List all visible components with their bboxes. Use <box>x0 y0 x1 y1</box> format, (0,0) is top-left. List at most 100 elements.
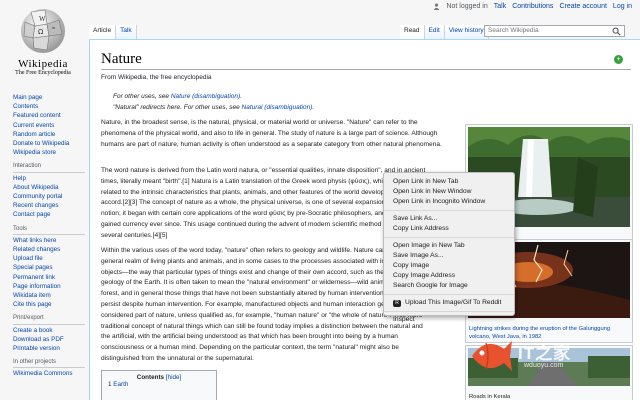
menu-copy-image-address[interactable]: Copy Image Address <box>384 271 514 281</box>
namespace-tabs: Article Talk <box>89 25 137 39</box>
toc-item-earth[interactable]: Earth <box>113 381 128 388</box>
menu-upload-reddit[interactable]: R Upload This Image/Gif To Reddit <box>384 298 514 308</box>
menu-save-link-as[interactable]: Save Link As... <box>384 214 514 224</box>
wordmark: Wikipedia <box>18 58 68 70</box>
hatnote-1-end: . <box>240 93 242 100</box>
search-icon[interactable] <box>612 27 621 36</box>
toc-header: Contents [hide] <box>108 374 210 381</box>
menu-open-link-new-tab[interactable]: Open Link in New Tab <box>384 177 514 187</box>
menu-copy-image[interactable]: Copy Image <box>384 261 514 271</box>
hatnote-2-link[interactable]: Natural (disambiguation) <box>242 104 313 111</box>
sidebar-item-community[interactable]: Community portal <box>13 193 62 200</box>
sidebar-item-download-pdf[interactable]: Download as PDF <box>13 336 64 343</box>
sidebar-item-contact[interactable]: Contact page <box>13 211 50 218</box>
tab-edit[interactable]: Edit <box>424 25 445 39</box>
sidebar-item-wikidata[interactable]: Wikidata item <box>13 292 51 299</box>
menu-open-link-new-window[interactable]: Open Link in New Window <box>384 187 514 197</box>
menu-separator <box>384 237 514 238</box>
sidebar-item-store[interactable]: Wikipedia store <box>13 149 56 156</box>
sidebar-item-commons[interactable]: Wikimedia Commons <box>13 370 72 377</box>
sidebar: Main page Contents Featured content Curr… <box>13 93 85 384</box>
svg-text:Ω: Ω <box>38 28 44 36</box>
hatnote-1: For other uses, see Nature (disambiguati… <box>113 93 242 100</box>
contributions-link[interactable]: Contributions <box>512 3 553 10</box>
login-link[interactable]: Log in <box>613 3 632 10</box>
sidebar-item-featured[interactable]: Featured content <box>13 112 61 119</box>
menu-open-link-incognito[interactable]: Open Link in Incognito Window <box>384 197 514 207</box>
tab-talk[interactable]: Talk <box>116 25 137 39</box>
menu-copy-link-address[interactable]: Copy Link Address <box>384 224 514 234</box>
toc-hide-link[interactable]: [hide] <box>166 374 181 381</box>
search-box <box>484 25 625 37</box>
sidebar-item-donate[interactable]: Donate to Wikipedia <box>13 140 69 147</box>
tagline: The Free Encyclopedia <box>15 70 71 76</box>
menu-upload-reddit-label: Upload This Image/Gif To Reddit <box>405 299 502 306</box>
hatnote-2-text: "Natural" redirects here. For other uses… <box>113 104 242 111</box>
menu-separator <box>384 294 514 295</box>
sidebar-heading-projects: In other projects <box>13 358 85 369</box>
not-logged-in-label: Not logged in <box>446 3 488 10</box>
watermark-text: IT之家 <box>518 344 572 363</box>
menu-search-google-image[interactable]: Search Google for Image <box>384 281 514 291</box>
sidebar-item-cite[interactable]: Cite this page <box>13 301 52 308</box>
hatnote-2: "Natural" redirects here. For other uses… <box>113 104 314 111</box>
create-account-link[interactable]: Create account <box>559 3 606 10</box>
paragraph-1: Nature, in the broadest sense, is the na… <box>101 119 442 148</box>
talk-link[interactable]: Talk <box>494 3 506 10</box>
sidebar-item-current-events[interactable]: Current events <box>13 122 54 129</box>
svg-text:W: W <box>39 15 46 23</box>
sidebar-item-printable[interactable]: Printable version <box>13 345 60 352</box>
toc-item: 1 Earth <box>108 381 210 388</box>
tab-read[interactable]: Read <box>400 25 425 39</box>
tab-article[interactable]: Article <box>89 25 117 39</box>
hatnote-1-text: For other uses, see <box>113 93 171 100</box>
wikipedia-logo[interactable]: W Ω ʷ Wikipedia The Free Encyclopedia <box>8 6 78 76</box>
sidebar-heading-interaction: Interaction <box>13 162 85 173</box>
fish-logo-icon <box>472 341 512 371</box>
menu-separator <box>384 311 514 312</box>
hatnote-1-link[interactable]: Nature (disambiguation) <box>171 93 240 100</box>
sidebar-item-recent-changes[interactable]: Recent changes <box>13 202 59 209</box>
paragraph-3: Within the various uses of the word toda… <box>101 247 427 362</box>
sidebar-projects: In other projects Wikimedia Commons <box>13 358 85 378</box>
sidebar-heading-tools: Tools <box>13 225 85 235</box>
sidebar-item-random[interactable]: Random article <box>13 131 55 138</box>
context-menu: Open Link in New Tab Open Link in New Wi… <box>383 172 515 323</box>
sidebar-item-create-book[interactable]: Create a book <box>13 327 53 334</box>
sidebar-item-main-page[interactable]: Main page <box>13 94 42 101</box>
wikipedia-page: Not logged in Talk Contributions Create … <box>0 0 640 400</box>
menu-inspect[interactable]: Inspect <box>384 315 514 325</box>
menu-separator <box>384 210 514 211</box>
page-title: Nature <box>101 51 142 67</box>
personal-toolbar: Not logged in Talk Contributions Create … <box>433 3 632 10</box>
reddit-extension-icon: R <box>393 299 401 307</box>
sidebar-item-help[interactable]: Help <box>13 175 26 182</box>
toc-title: Contents <box>136 374 165 381</box>
sidebar-item-permanent[interactable]: Permanent link <box>13 274 55 281</box>
caption-roads: Roads in Kerala <box>469 394 511 400</box>
sidebar-item-page-info[interactable]: Page information <box>13 283 61 290</box>
table-of-contents: Contents [hide] 1 Earth <box>101 370 217 400</box>
sidebar-item-what-links[interactable]: What links here <box>13 237 56 244</box>
sidebar-heading-print: Print/export <box>13 314 85 325</box>
title-divider <box>101 69 631 70</box>
user-icon <box>434 3 440 10</box>
menu-open-image-new-tab[interactable]: Open Image in New Tab <box>384 241 514 251</box>
sidebar-print: Print/export Create a book Download as P… <box>13 314 85 353</box>
toc-item-number: 1 <box>108 381 112 388</box>
article-content: Nature + From Wikipedia, the free encycl… <box>89 39 640 400</box>
puzzle-globe-icon: W Ω ʷ <box>21 9 65 53</box>
sidebar-item-related-changes[interactable]: Related changes <box>13 246 60 253</box>
paragraph-2: The word nature is derived from the Lati… <box>101 167 431 239</box>
menu-save-image-as[interactable]: Save Image As... <box>384 251 514 261</box>
search-input[interactable] <box>488 27 608 34</box>
site-subtitle: From Wikipedia, the free encyclopedia <box>101 74 212 81</box>
sidebar-item-about[interactable]: About Wikipedia <box>13 184 59 191</box>
featured-plus-icon[interactable]: + <box>614 55 623 64</box>
sidebar-item-upload[interactable]: Upload file <box>13 255 43 262</box>
tab-history[interactable]: View history <box>444 25 489 39</box>
sidebar-item-contents[interactable]: Contents <box>13 103 38 110</box>
view-tabs: Read Edit View history <box>400 25 489 39</box>
sidebar-navigation: Main page Contents Featured content Curr… <box>13 93 85 157</box>
sidebar-item-special[interactable]: Special pages <box>13 264 53 271</box>
